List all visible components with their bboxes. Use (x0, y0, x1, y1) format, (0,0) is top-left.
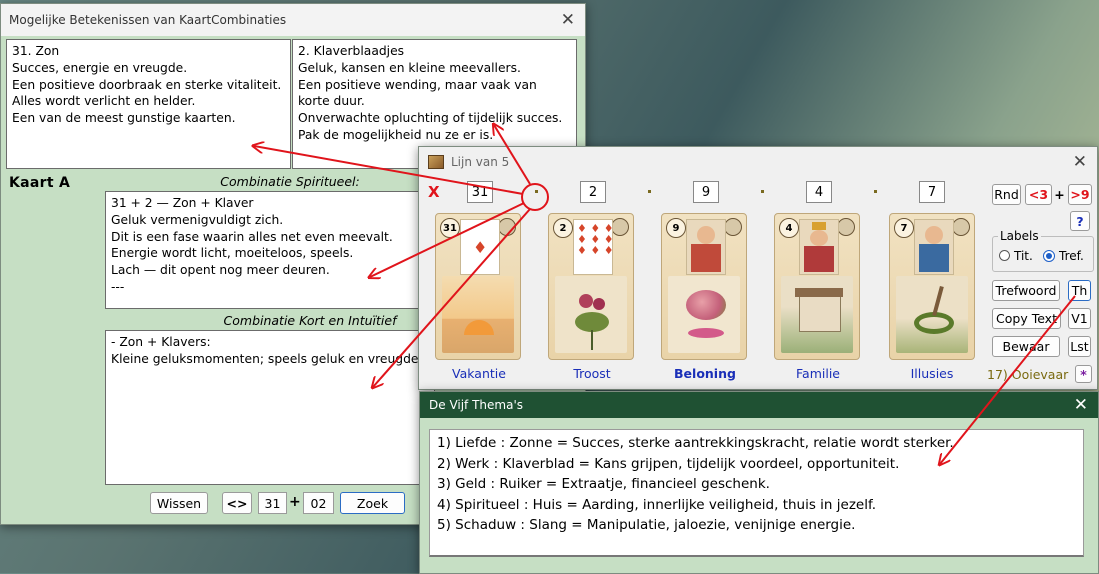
radio-tit-label: Tit. (1014, 249, 1033, 263)
less-than-3-button[interactable]: <3 (1025, 184, 1052, 205)
diamonds-icon: ♦ ♦ ♦ ♦ ♦ ♦ ♦ ♦ ♦ (577, 222, 614, 257)
radio-tit[interactable] (999, 250, 1010, 261)
card-troost[interactable]: 2 ♦ ♦ ♦ ♦ ♦ ♦ ♦ ♦ ♦ (548, 213, 634, 360)
theme-line-werk: 2) Werk : Klaverblad = Kans grijpen, tij… (437, 455, 900, 472)
title-bar: De Vijf Thema's ✕ (420, 392, 1098, 418)
card-label-familie: Familie (796, 366, 840, 381)
theme-line-liefde: 1) Liefde : Zonne = Succes, sterke aantr… (437, 435, 954, 451)
card-number-3[interactable]: 9 (693, 181, 719, 203)
th-button[interactable]: Th (1068, 280, 1091, 301)
extra-card-label: 17) Ooievaar (987, 367, 1069, 382)
kort-text[interactable]: - Zon + Klavers: Kleine geluksmomenten; … (105, 330, 435, 485)
card-label-troost: Troost (573, 366, 611, 381)
close-icon[interactable]: ✕ (1073, 152, 1087, 172)
radio-tref[interactable] (1043, 250, 1055, 262)
card-number-badge: 4 (779, 218, 799, 238)
bouquet-icon (668, 276, 740, 353)
wissen-button[interactable]: Wissen (150, 492, 208, 514)
card-number-4[interactable]: 4 (806, 181, 832, 203)
plus-label: + (289, 494, 301, 510)
radio-tref-label: Tref. (1059, 249, 1084, 263)
queen-spades-portrait (686, 219, 726, 275)
star-button[interactable]: * (1075, 365, 1092, 383)
crest-icon (611, 218, 629, 236)
card-illusies[interactable]: 7 (889, 213, 975, 360)
bewaar-button[interactable]: Bewaar (992, 336, 1060, 357)
sun-sunrise-icon (442, 276, 514, 353)
card-familie[interactable]: 4 (774, 213, 860, 360)
window-title: De Vijf Thema's (429, 398, 524, 412)
theme-line-schaduw: 5) Schaduw : Slang = Manipulatie, jaloez… (437, 517, 856, 533)
card-label-vakantie: Vakantie (452, 366, 506, 381)
card-label-illusies: Illusies (910, 366, 954, 381)
spiritueel-text[interactable]: 31 + 2 — Zon + Klaver Geluk vermenigvuld… (105, 191, 435, 309)
themes-textbox[interactable]: 1) Liefde : Zonne = Succes, sterke aantr… (429, 429, 1084, 557)
playing-card-mini: ♦ ♦ ♦ ♦ ♦ ♦ ♦ ♦ ♦ (573, 219, 614, 275)
v1-button[interactable]: V1 (1068, 308, 1091, 329)
x-mark: X (428, 183, 440, 201)
card-a-number-input[interactable]: 31 (258, 492, 287, 514)
separator-dot (648, 190, 651, 193)
card-deck-icon (428, 155, 444, 169)
card-vakantie[interactable]: 31 ♦ (435, 213, 521, 360)
crest-icon (498, 218, 516, 236)
zoek-button[interactable]: Zoek (340, 492, 405, 514)
snake-icon (896, 276, 968, 353)
kaart-label: Kaart A (9, 175, 71, 191)
help-button[interactable]: ? (1070, 211, 1090, 231)
diamond-icon: ♦ (473, 238, 488, 257)
card-number-1[interactable]: 31 (467, 181, 493, 203)
crest-icon (837, 218, 855, 236)
king-hearts-portrait (799, 219, 839, 275)
crest-icon (724, 218, 742, 236)
card-number-badge: 2 (553, 218, 573, 238)
theme-line-geld: 3) Geld : Ruiker = Extraatje, financieel… (437, 476, 770, 492)
card-number-badge: 31 (440, 218, 460, 238)
close-icon[interactable]: ✕ (561, 10, 575, 30)
card-b-number-input[interactable]: 02 (303, 492, 334, 514)
card-beloning[interactable]: 9 (661, 213, 747, 360)
title-bar: Lijn van 5 ✕ (419, 147, 1097, 177)
separator-dot (535, 190, 538, 193)
card-a-meaning[interactable]: 31. Zon Succes, energie en vreugde. Een … (6, 39, 291, 169)
card-number-2[interactable]: 2 (580, 181, 606, 203)
lst-button[interactable]: Lst (1068, 336, 1091, 357)
random-button[interactable]: Rnd (992, 184, 1021, 205)
labels-group-title: Labels (998, 229, 1041, 243)
trefwoord-button[interactable]: Trefwoord (992, 280, 1060, 301)
plus-button[interactable]: + (1052, 184, 1067, 205)
title-bar: Mogelijke Betekenissen van KaartCombinat… (1, 4, 585, 36)
greater-than-9-button[interactable]: >9 (1068, 184, 1092, 205)
house-icon (781, 276, 853, 353)
separator-dot (874, 190, 877, 193)
card-label-beloning: Beloning (674, 366, 736, 381)
swap-button[interactable]: <> (222, 492, 252, 514)
separator-dot (761, 190, 764, 193)
clover-flowers-icon (555, 276, 627, 353)
theme-line-spiritueel: 4) Spiritueel : Huis = Aarding, innerlij… (437, 496, 877, 513)
crest-icon (952, 218, 970, 236)
card-number-5[interactable]: 7 (919, 181, 945, 203)
window-title: Mogelijke Betekenissen van KaartCombinat… (9, 13, 287, 27)
window-title: Lijn van 5 (451, 155, 510, 169)
card-number-badge: 9 (666, 218, 686, 238)
copy-text-button[interactable]: Copy Text (992, 308, 1061, 329)
close-icon[interactable]: ✕ (1074, 395, 1088, 415)
card-number-badge: 7 (894, 218, 914, 238)
playing-card-mini: ♦ (460, 219, 500, 275)
queen-clubs-portrait (914, 219, 954, 275)
